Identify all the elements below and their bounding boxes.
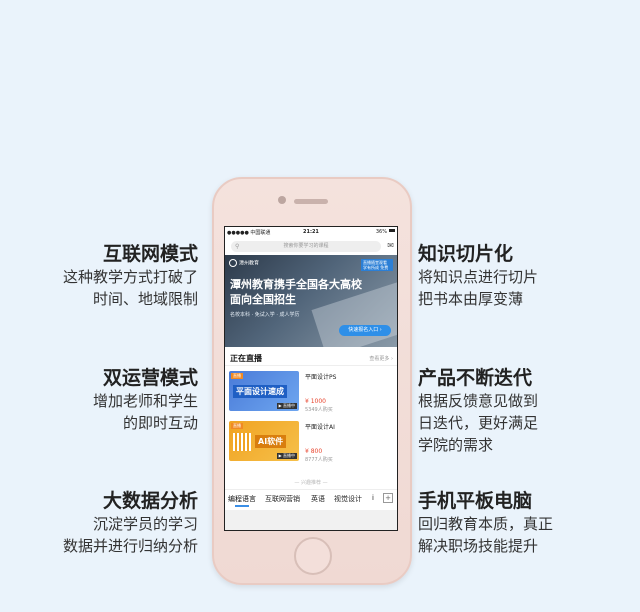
feature-desc-line: 数据并进行归纳分析 [62,537,198,555]
course-buyers: 5349人购买 [305,407,333,413]
speaker-grille [294,199,328,204]
search-row: ⚲ 搜索你要学习的课程 ✉ [225,239,397,255]
search-icon: ⚲ [235,243,240,250]
feature-desc-line: 回归教育本质，真正 [418,515,554,533]
add-tab-icon[interactable]: + [383,493,393,503]
feature-knowledge-slicing: 知识切片化 将知识点进行切片 把书本由厚变薄 [418,242,628,310]
camera-icon [278,196,286,204]
tab-more[interactable]: i [372,494,374,502]
feature-desc-line: 增加老师和学生 [92,392,198,410]
banner-logo: 潭州教育 [229,259,259,267]
banner-subline: 名校本科 · 免试入学 · 成人学历 [230,312,300,318]
thumb-label: 平面设计速成 [233,385,287,398]
tab-programming[interactable]: 编程语言 [228,494,256,504]
feature-title: 手机平板电脑 [418,490,533,512]
status-time: 21:21 [303,229,319,235]
tab-english[interactable]: 英语 [311,494,325,504]
status-bar: ●●●●● 中国联通 21:21 36% [225,227,397,239]
feature-desc-line: 将知识点进行切片 [418,268,539,286]
feature-multi-device: 手机平板电脑 回归教育本质，真正 解决职场技能提升 [418,489,628,557]
feature-desc-line: 的即时互动 [122,414,198,432]
course-buyers: 8777人购买 [305,457,333,463]
live-title: 正在直播 [230,354,262,363]
message-icon[interactable]: ✉ [387,241,394,250]
feature-desc-line: 这种教学方式打破了 [62,268,198,286]
home-button[interactable] [294,537,332,575]
live-badge: 直播 [231,373,243,379]
content-preview-strip [225,510,397,530]
view-more-link[interactable]: 查看更多 › [369,355,393,362]
feature-iteration: 产品不断迭代 根据反馈意见做到 日迭代，更好满足 学院的需求 [418,366,628,456]
feature-desc-line: 根据反馈意见做到 [418,392,539,410]
course-thumbnail: 直播 AI软件 ▶ 直播中 [229,421,299,461]
course-price: ¥ 800 [305,448,323,455]
feature-title: 知识切片化 [418,243,514,265]
phone-screen: ●●●●● 中国联通 21:21 36% ⚲ 搜索你要学习的课程 ✉ 潭州教育 … [224,226,398,531]
banner-headline: 潭州教育携手全国各大高校 面向全国招生 [230,278,362,306]
thumb-label: AI软件 [255,435,287,448]
live-flag: ▶ 直播中 [276,453,297,459]
logo-icon [229,259,237,267]
feature-title: 双运营模式 [102,367,198,389]
category-tabs: 编程语言 互联网营销 英语 视觉设计 i + [225,489,397,508]
feature-desc-line: 解决职场技能提升 [418,537,539,555]
phone-mockup: ●●●●● 中国联通 21:21 36% ⚲ 搜索你要学习的课程 ✉ 潭州教育 … [212,177,412,585]
course-card[interactable]: 直播 AI软件 ▶ 直播中 平面设计AI ¥ 800 8777人购买 [229,421,393,465]
feature-desc-line: 把书本由厚变薄 [418,290,524,308]
quick-signup-button[interactable]: 快速报名入口 › [339,325,391,336]
feature-internet-mode: 互联网模式 这种教学方式打破了 时间、地域限制 [0,242,198,310]
status-battery: 36% [375,229,387,235]
feature-big-data: 大数据分析 沉淀学员的学习 数据并进行归纳分析 [0,489,198,557]
feature-title: 互联网模式 [102,243,198,265]
promo-banner[interactable]: 潭州教育 直播随堂观看 学有所成 免费 潭州教育携手全国各大高校 面向全国招生 … [225,255,397,347]
feature-desc-line: 沉淀学员的学习 [92,515,198,533]
battery-icon [389,229,395,232]
course-thumbnail: 直播 平面设计速成 ▶ 直播中 [229,371,299,411]
course-name: 平面设计PS [305,374,337,381]
active-tab-indicator [235,505,249,507]
status-carrier: ●●●●● 中国联通 [227,230,271,236]
qr-code-icon [233,433,251,451]
live-badge: 直播 [231,423,243,429]
banner-tag: 直播随堂观看 学有所成 免费 [361,259,393,271]
feature-title: 产品不断迭代 [418,367,533,389]
recommend-divider: — 兴趣推荐 — [294,480,328,486]
feature-desc-line: 学院的需求 [418,436,494,454]
feature-desc-line: 时间、地域限制 [92,290,198,308]
live-flag: ▶ 直播中 [276,403,297,409]
tab-internet-marketing[interactable]: 互联网营销 [265,494,300,504]
search-placeholder: 搜索你要学习的课程 [283,243,329,249]
live-section-header: 正在直播 查看更多 › [225,351,397,366]
tab-visual-design[interactable]: 视觉设计 [334,494,362,504]
course-name: 平面设计AI [305,424,335,431]
feature-title: 大数据分析 [102,490,198,512]
feature-desc-line: 日迭代，更好满足 [418,414,539,432]
course-price: ¥ 1000 [305,398,326,405]
course-card[interactable]: 直播 平面设计速成 ▶ 直播中 平面设计PS ¥ 1000 5349人购买 [229,371,393,415]
feature-dual-operation: 双运营模式 增加老师和学生 的即时互动 [0,366,198,434]
search-input[interactable]: ⚲ 搜索你要学习的课程 [231,241,381,252]
